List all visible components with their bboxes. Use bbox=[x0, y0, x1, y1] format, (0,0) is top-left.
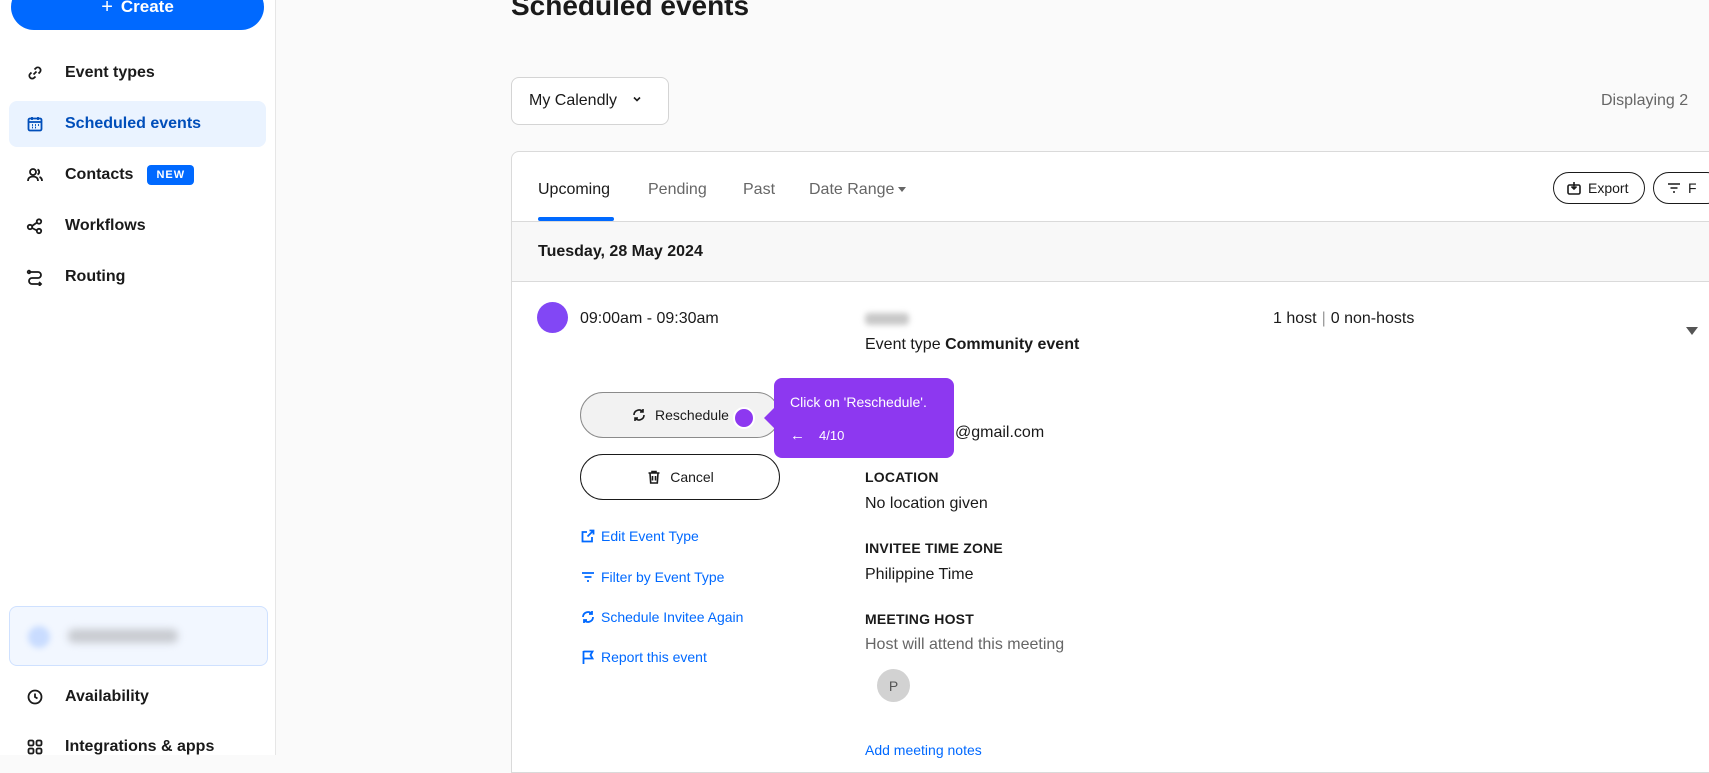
plus-icon: + bbox=[101, 0, 113, 18]
date-range-label: Date Range bbox=[809, 181, 895, 198]
event-type-name: Community event bbox=[945, 336, 1080, 353]
sidebar-item-contacts[interactable]: Contacts NEW bbox=[9, 152, 266, 198]
tab-pending[interactable]: Pending bbox=[648, 181, 707, 199]
create-button[interactable]: + Create bbox=[11, 0, 264, 30]
report-event-label: Report this event bbox=[601, 649, 707, 665]
trash-icon bbox=[648, 470, 660, 484]
host-avatar: P bbox=[877, 669, 910, 702]
location-value: No location given bbox=[865, 495, 988, 512]
blurred-avatar bbox=[28, 626, 50, 648]
meeting-host-label: MEETING HOST bbox=[865, 611, 974, 627]
sidebar-item-integrations[interactable]: Integrations & apps bbox=[9, 724, 266, 770]
hosts-text: 1 host bbox=[1273, 310, 1317, 327]
tooltip-step: 4/10 bbox=[819, 428, 845, 443]
tooltip-nav: ← 4/10 bbox=[790, 427, 844, 444]
tab-upcoming[interactable]: Upcoming bbox=[538, 181, 610, 199]
sidebar-item-label: Routing bbox=[65, 268, 126, 285]
guide-hotspot[interactable] bbox=[733, 407, 755, 429]
blurred-account-item[interactable] bbox=[9, 606, 268, 666]
new-badge: NEW bbox=[147, 165, 195, 185]
event-color-dot bbox=[537, 302, 568, 333]
report-event-link[interactable]: Report this event bbox=[580, 649, 707, 665]
filter-icon bbox=[1668, 183, 1680, 193]
tooltip-arrow bbox=[764, 408, 774, 428]
sidebar-item-label: Integrations & apps bbox=[65, 738, 215, 755]
external-link-icon bbox=[581, 529, 595, 543]
event-type-line: Event type Community event bbox=[865, 336, 1079, 354]
blurred-invitee-name bbox=[865, 313, 909, 325]
date-heading: Tuesday, 28 May 2024 bbox=[538, 243, 703, 260]
event-type-prefix: Event type bbox=[865, 336, 941, 353]
reschedule-label: Reschedule bbox=[655, 407, 729, 423]
tab-past[interactable]: Past bbox=[743, 181, 775, 199]
chevron-down-icon bbox=[631, 92, 643, 110]
date-heading-row: Tuesday, 28 May 2024 bbox=[512, 222, 1709, 282]
export-label: Export bbox=[1588, 180, 1629, 196]
edit-event-type-link[interactable]: Edit Event Type bbox=[580, 528, 699, 544]
sidebar: + Create Event types Scheduled events Co… bbox=[0, 0, 276, 755]
filter-by-event-type-label: Filter by Event Type bbox=[601, 569, 725, 585]
back-arrow-icon[interactable]: ← bbox=[790, 427, 805, 444]
calendar-select[interactable]: My Calendly bbox=[511, 77, 669, 125]
timezone-label: INVITEE TIME ZONE bbox=[865, 540, 1003, 556]
filter-icon bbox=[582, 572, 594, 582]
host-count: 1 host | 0 non-hosts bbox=[1273, 310, 1415, 327]
cancel-button[interactable]: Cancel bbox=[580, 454, 780, 500]
sidebar-item-label: Event types bbox=[65, 64, 155, 81]
export-icon bbox=[1567, 182, 1581, 195]
clock-icon bbox=[24, 686, 46, 708]
invitee-email: @gmail.com bbox=[955, 424, 1045, 441]
blurred-name bbox=[68, 629, 178, 643]
sidebar-item-label: Scheduled events bbox=[65, 115, 202, 132]
create-label: Create bbox=[120, 0, 174, 16]
tab-date-range[interactable]: Date Range bbox=[809, 181, 907, 199]
sidebar-item-event-types[interactable]: Event types bbox=[9, 50, 266, 96]
export-button[interactable]: Export bbox=[1553, 172, 1645, 204]
sidebar-item-label: Contacts bbox=[65, 166, 134, 183]
timezone-value: Philippine Time bbox=[865, 566, 974, 583]
event-time: 09:00am - 09:30am bbox=[580, 310, 719, 327]
filter-by-event-type-link[interactable]: Filter by Event Type bbox=[580, 569, 724, 585]
location-label: LOCATION bbox=[865, 469, 939, 485]
edit-event-type-label: Edit Event Type bbox=[601, 528, 699, 544]
calendar-icon bbox=[24, 113, 46, 135]
add-meeting-notes-link[interactable]: Add meeting notes bbox=[865, 742, 982, 758]
sidebar-item-routing[interactable]: Routing bbox=[9, 254, 266, 300]
non-hosts-text: 0 non-hosts bbox=[1330, 310, 1415, 327]
filter-button[interactable]: F bbox=[1653, 172, 1709, 204]
contacts-icon bbox=[24, 164, 46, 186]
page-title: Scheduled events bbox=[511, 0, 750, 21]
tooltip-message: Click on 'Reschedule'. bbox=[790, 394, 927, 410]
caret-down-icon bbox=[898, 187, 907, 193]
active-tab-indicator bbox=[538, 217, 614, 221]
tab-bar: Upcoming Pending Past Date Range Export … bbox=[512, 152, 1709, 222]
guide-tooltip: Click on 'Reschedule'. ← 4/10 bbox=[764, 378, 954, 458]
sidebar-item-availability[interactable]: Availability bbox=[9, 674, 266, 720]
sidebar-item-label: Workflows bbox=[65, 217, 146, 234]
schedule-invitee-again-label: Schedule Invitee Again bbox=[601, 609, 744, 625]
link-icon bbox=[24, 62, 46, 84]
refresh-icon bbox=[633, 409, 645, 421]
sidebar-item-label: Availability bbox=[65, 688, 149, 705]
schedule-invitee-again-link[interactable]: Schedule Invitee Again bbox=[580, 609, 743, 625]
filter-label: F bbox=[1688, 180, 1697, 196]
sidebar-item-workflows[interactable]: Workflows bbox=[9, 203, 266, 249]
meeting-host-note: Host will attend this meeting bbox=[865, 636, 1065, 653]
cancel-label: Cancel bbox=[670, 469, 714, 485]
sidebar-item-scheduled-events[interactable]: Scheduled events bbox=[9, 101, 266, 147]
routing-icon bbox=[24, 266, 46, 288]
expand-caret-icon[interactable] bbox=[1686, 327, 1698, 335]
refresh-icon bbox=[582, 611, 594, 623]
calendar-select-value: My Calendly bbox=[529, 92, 618, 109]
displaying-count: Displaying 2 bbox=[1601, 92, 1689, 109]
flag-icon bbox=[582, 650, 595, 664]
workflows-icon bbox=[24, 215, 46, 237]
